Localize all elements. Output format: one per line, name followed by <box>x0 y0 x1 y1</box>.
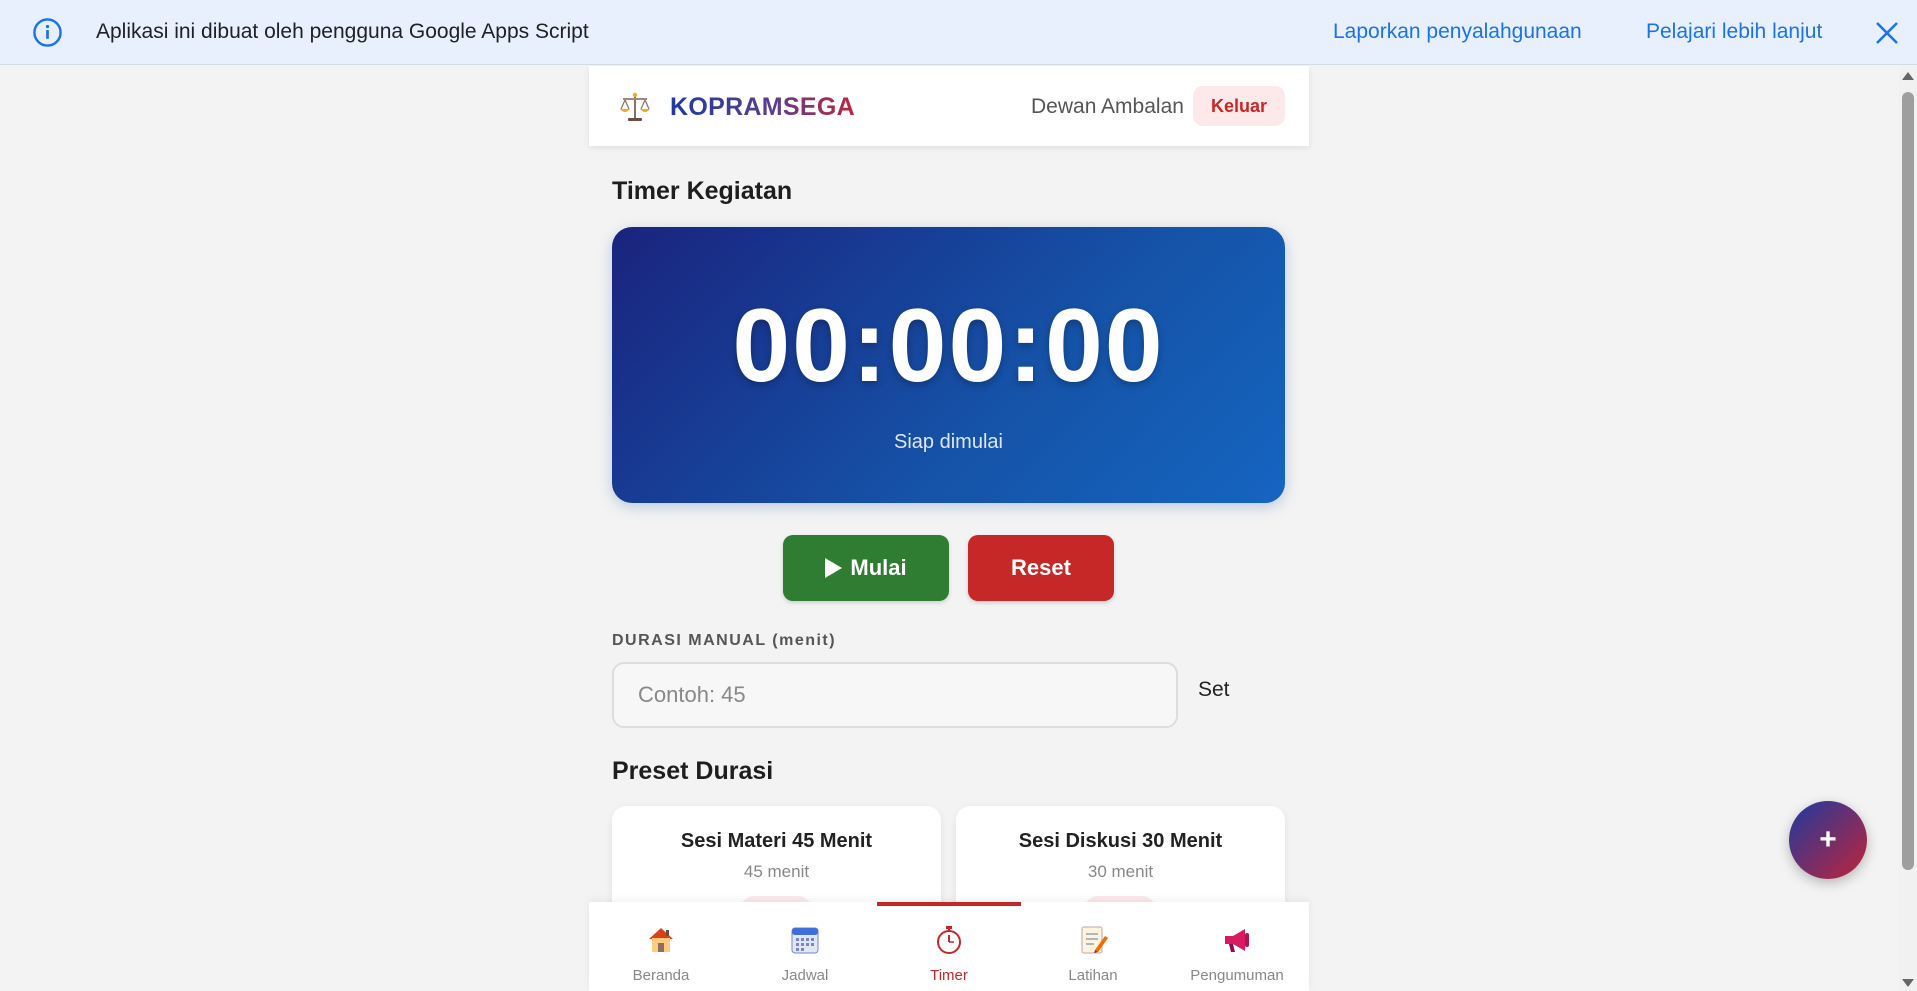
logout-button[interactable]: Keluar <box>1193 86 1285 126</box>
nav-item-timer[interactable]: Timer <box>877 902 1021 991</box>
calendar-icon <box>791 927 819 954</box>
memo-icon <box>1081 926 1108 954</box>
app-header: KOPRAMSEGA Dewan Ambalan Keluar <box>589 66 1309 146</box>
scroll-down-arrow[interactable] <box>1902 979 1914 987</box>
brand-title: KOPRAMSEGA <box>670 93 855 121</box>
nav-item-jadwal[interactable]: Jadwal <box>733 902 877 991</box>
house-icon <box>649 928 673 952</box>
preset-duration: 30 menit <box>1087 862 1154 881</box>
preset-title: Sesi Materi 45 Menit <box>680 830 873 852</box>
play-icon <box>825 558 843 578</box>
banner-message: Aplikasi ini dibuat oleh pengguna Google… <box>96 20 589 43</box>
page-scrollbar[interactable] <box>1899 66 1917 991</box>
scales-logo-icon <box>620 92 650 121</box>
close-icon[interactable] <box>1874 20 1900 46</box>
report-abuse-link[interactable]: Laporkan penyalahgunaan <box>1333 20 1582 44</box>
scrollbar-thumb[interactable] <box>1902 92 1914 870</box>
app-container: KOPRAMSEGA Dewan Ambalan Keluar Timer Ke… <box>589 66 1309 991</box>
preset-title: Sesi Diskusi 30 Menit <box>1018 830 1223 852</box>
preset-card[interactable]: Sesi Materi 45 Menit 45 menit <box>612 806 941 924</box>
info-icon <box>33 18 62 47</box>
nav-label-pengumuman: Pengumuman <box>1190 967 1284 984</box>
bottom-nav: Beranda Jadwal Timer Latihan Pengumuman <box>589 902 1309 991</box>
nav-label-jadwal: Jadwal <box>781 967 829 984</box>
megaphone-icon <box>1225 929 1249 952</box>
nav-label-latihan: Latihan <box>1068 967 1118 984</box>
preset-section-title: Preset Durasi <box>612 757 774 785</box>
user-name: Dewan Ambalan <box>1031 95 1184 118</box>
nav-item-beranda[interactable]: Beranda <box>589 902 733 991</box>
learn-more-link[interactable]: Pelajari lebih lanjut <box>1646 20 1822 44</box>
nav-item-pengumuman[interactable]: Pengumuman <box>1165 902 1309 991</box>
timer-card: 00:00:00 Siap dimulai <box>612 227 1285 503</box>
stopwatch-icon <box>937 926 961 954</box>
add-fab-button[interactable]: + <box>1789 801 1867 879</box>
timer-status: Siap dimulai <box>894 431 1003 453</box>
set-duration-button[interactable]: Set <box>1198 678 1230 702</box>
preset-card[interactable]: Sesi Diskusi 30 Menit 30 menit <box>956 806 1285 924</box>
apps-script-banner: Aplikasi ini dibuat oleh pengguna Google… <box>0 0 1917 65</box>
start-button[interactable]: Mulai <box>783 535 949 601</box>
timer-section-title: Timer Kegiatan <box>612 177 793 205</box>
manual-duration-input[interactable] <box>612 662 1178 728</box>
nav-label-beranda: Beranda <box>632 967 690 984</box>
manual-duration-label: DURASI MANUAL (menit) <box>612 632 837 649</box>
start-button-label: Mulai <box>850 555 907 580</box>
nav-label-timer: Timer <box>930 967 968 984</box>
timer-display: 00:00:00 <box>732 288 1165 404</box>
preset-duration: 45 menit <box>743 862 810 881</box>
reset-button[interactable]: Reset <box>968 535 1114 601</box>
nav-item-latihan[interactable]: Latihan <box>1021 902 1165 991</box>
scroll-up-arrow[interactable] <box>1902 72 1914 80</box>
